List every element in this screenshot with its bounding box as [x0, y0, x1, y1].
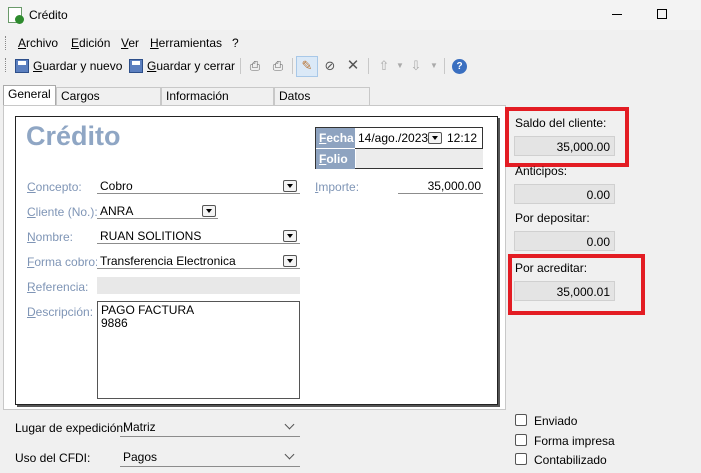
arrow-up-icon[interactable]: ⇧	[376, 58, 392, 74]
cancel-icon[interactable]: ⊘	[322, 58, 338, 74]
tab-general[interactable]: General	[3, 85, 56, 105]
tab-informacion-bancaria[interactable]: Información bancaria	[161, 87, 274, 117]
anticipos-label: Anticipos:	[515, 164, 568, 178]
menu-edicion[interactable]: Edición	[71, 36, 110, 50]
folio-label: Folio	[316, 149, 355, 169]
toolbar-grip	[5, 58, 7, 72]
title-bar: Crédito	[0, 0, 701, 30]
descripcion-label: Descripción:	[27, 305, 94, 319]
tab-datos-particulares[interactable]: Datos particulares	[274, 87, 370, 117]
cliente-dropdown-icon[interactable]	[202, 205, 216, 217]
tab-cargos-acreditados[interactable]: Cargos acreditados	[56, 87, 161, 117]
forma-impresa-label: Forma impresa	[534, 434, 615, 448]
menu-bar: Archivo Edición Ver Herramientas ?	[0, 32, 701, 54]
forma-cobro-value: Transferencia Electronica	[100, 254, 236, 268]
toolbar-separator	[292, 58, 293, 74]
preview-icon[interactable]: ⎙	[270, 58, 286, 74]
save-icon	[15, 59, 29, 73]
importe-label: Importe:	[315, 180, 360, 194]
toolbar-separator	[368, 58, 369, 74]
concepto-label: Concepto:	[27, 180, 82, 194]
anticipos-value: 0.00	[514, 184, 615, 204]
lugar-expedicion-select[interactable]: Matriz	[120, 417, 300, 437]
menu-help[interactable]: ?	[232, 36, 239, 50]
contabilizado-label: Contabilizado	[534, 453, 607, 467]
tab-strip: General Cargos acreditados Información b…	[3, 85, 503, 117]
forma-cobro-dropdown-icon[interactable]	[283, 255, 297, 267]
uso-cfdi-select[interactable]: Pagos	[120, 447, 300, 467]
forma-cobro-label: Forma cobro:	[27, 255, 99, 269]
highlight-frame	[505, 107, 629, 167]
contabilizado-checkbox[interactable]	[515, 453, 527, 465]
save-close-button[interactable]: Guardar y cerrar	[129, 57, 235, 75]
lugar-expedicion-label: Lugar de expedición:	[15, 421, 127, 435]
uso-cfdi-label: Uso del CFDI:	[15, 451, 91, 465]
uso-cfdi-value: Pagos	[123, 450, 158, 464]
cliente-value: ANRA	[100, 204, 134, 218]
nombre-value: RUAN SOLITIONS	[100, 229, 202, 243]
menu-archivo[interactable]: Archivo	[18, 36, 58, 50]
edit-button[interactable]: ✎	[296, 56, 318, 77]
window-title: Crédito	[29, 8, 68, 22]
menu-ver[interactable]: Ver	[121, 36, 139, 50]
referencia-field[interactable]	[97, 277, 300, 294]
minimize-icon[interactable]	[612, 14, 622, 15]
toolbar-separator	[240, 58, 241, 74]
descripcion-textarea[interactable]: PAGO FACTURA 9886	[97, 301, 300, 399]
folio-field[interactable]	[356, 149, 483, 168]
print-icon[interactable]: ⎙	[247, 58, 263, 74]
menu-grip	[5, 36, 7, 50]
fecha-folio-box: Fecha Folio 14/ago./2023 12:12	[315, 127, 483, 169]
chevron-down-icon[interactable]: ▼	[426, 58, 442, 74]
hora-value[interactable]: 12:12	[447, 131, 477, 145]
forma-impresa-checkbox[interactable]	[515, 434, 527, 446]
toolbar-separator	[444, 58, 445, 74]
fecha-dropdown-icon[interactable]	[428, 132, 442, 144]
importe-value: 35,000.00	[427, 179, 481, 193]
save-icon	[129, 59, 143, 73]
app-icon	[8, 7, 24, 24]
arrow-down-icon[interactable]: ⇩	[408, 58, 424, 74]
chevron-down-icon[interactable]: ▼	[392, 58, 408, 74]
pencil-icon: ✎	[301, 58, 313, 73]
concepto-value: Cobro	[100, 179, 133, 193]
enviado-checkbox[interactable]	[515, 414, 527, 426]
enviado-label: Enviado	[534, 414, 578, 428]
help-icon[interactable]: ?	[452, 59, 467, 74]
concepto-dropdown-icon[interactable]	[283, 180, 297, 192]
referencia-label: Referencia:	[27, 280, 89, 294]
cliente-label: Cliente (No.):	[27, 205, 98, 219]
save-close-label: Guardar y cerrar	[147, 59, 236, 73]
fecha-label: Fecha	[316, 128, 355, 148]
highlight-frame	[508, 254, 645, 315]
toolbar: Guardar y nuevo Guardar y cerrar ⎙ ⎙ ✎ ⊘…	[0, 54, 701, 78]
por-depositar-label: Por depositar:	[515, 211, 590, 225]
page-title: Crédito	[26, 121, 121, 151]
save-new-label: Guardar y nuevo	[33, 59, 123, 73]
menu-herramientas[interactable]: Herramientas	[150, 36, 222, 50]
fecha-value[interactable]: 14/ago./2023	[358, 131, 428, 145]
delete-icon[interactable]: ✕	[345, 58, 361, 74]
save-new-button[interactable]: Guardar y nuevo	[15, 57, 122, 75]
lugar-expedicion-value: Matriz	[123, 420, 156, 434]
nombre-label: Nombre:	[27, 230, 74, 244]
nombre-dropdown-icon[interactable]	[283, 230, 297, 242]
maximize-icon[interactable]	[657, 9, 667, 19]
por-depositar-value: 0.00	[514, 231, 615, 251]
